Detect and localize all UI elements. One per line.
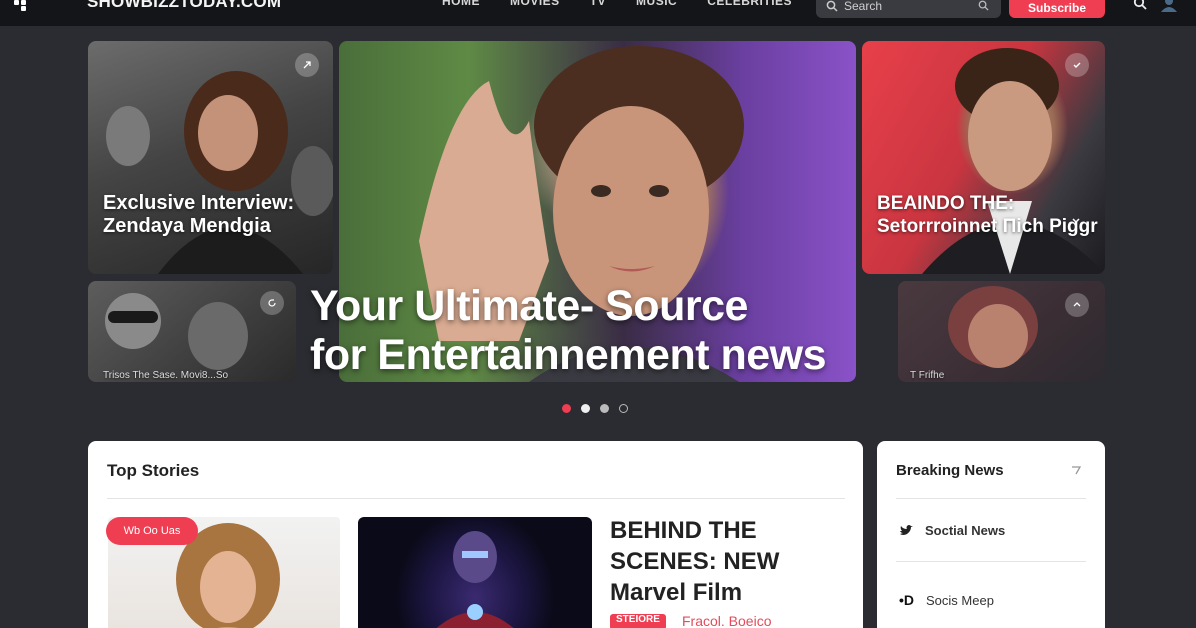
hero-tile-behind-scenes[interactable]: BEAINDO THE: Setorrroinnet Πich Piggr xyxy=(862,41,1105,274)
external-link-icon[interactable] xyxy=(1070,465,1082,475)
breaking-news-panel: Breaking News Soctial News •D Socis Meep xyxy=(877,441,1105,628)
breaking-news-item[interactable]: •D Socis Meep xyxy=(899,592,994,608)
hero-tile-fashion[interactable]: T Frifhe xyxy=(898,281,1105,382)
story-headline[interactable]: BEHIND THE SCENES: NEW Marvel Film xyxy=(610,515,850,608)
user-icon[interactable] xyxy=(1160,0,1178,12)
carousel-indicators xyxy=(562,404,628,413)
share-icon[interactable] xyxy=(295,53,319,77)
breaking-news-item[interactable]: Soctial News xyxy=(899,523,1005,538)
breaking-news-label: Soctial News xyxy=(925,523,1006,538)
divider xyxy=(896,498,1086,499)
expand-icon[interactable] xyxy=(1065,293,1089,317)
carousel-dot[interactable] xyxy=(600,404,609,413)
hero-headline-line: for Entertainnement news xyxy=(310,331,827,379)
check-icon[interactable] xyxy=(1065,53,1089,77)
tile-caption: T Frifhe xyxy=(910,370,945,381)
hero-headline-line: Your Ultimate- Source xyxy=(310,282,748,330)
top-stories-panel: Top Stories Wb Oo Uas BEHIND THE SCENES:… xyxy=(88,441,863,628)
tile-caption: Trisos The Sase. Movi8...So xyxy=(103,370,229,381)
carousel-dot[interactable] xyxy=(581,404,590,413)
story-category-tag[interactable]: STEIORE xyxy=(610,614,666,628)
logo-icon[interactable] xyxy=(14,0,34,12)
nav-music[interactable]: MUSIC xyxy=(636,0,677,8)
section-title: Top Stories xyxy=(107,461,200,480)
refresh-icon[interactable] xyxy=(260,291,284,315)
main-nav: HOME MOVIES TV MUSIC CELEBRITIES xyxy=(442,0,822,8)
tile-title: Exclusive Interview: Zendaya Mendgia xyxy=(103,192,295,237)
subscribe-button[interactable]: Subscribe xyxy=(1009,0,1105,18)
story-tag-pill[interactable]: Wb Oo Uas xyxy=(106,517,198,545)
divider xyxy=(896,561,1086,562)
search-box[interactable] xyxy=(816,0,1001,18)
hero-tile-movie[interactable]: Trisos The Sase. Movi8...So xyxy=(88,281,296,382)
nav-tv[interactable]: TV xyxy=(590,0,606,8)
hero-headline: Your Ultimate- Source for Entertainnemen… xyxy=(310,282,910,380)
superhero-photo xyxy=(436,531,514,628)
divider xyxy=(107,498,845,499)
actor-photo xyxy=(922,48,1105,274)
section-title: Breaking News xyxy=(896,462,1004,479)
celebrity-photo xyxy=(106,71,333,274)
story-author[interactable]: Fracol. Boeico xyxy=(682,613,771,628)
nav-movies[interactable]: MOVIES xyxy=(510,0,560,8)
hero-tile-interview[interactable]: Exclusive Interview: Zendaya Mendgia xyxy=(88,41,333,274)
search-icon[interactable] xyxy=(1133,0,1147,10)
carousel-dot[interactable] xyxy=(562,404,571,413)
story-thumbnail[interactable] xyxy=(358,517,592,628)
top-navigation-bar: SHOWBIZZTODAY.COM HOME MOVIES TV MUSIC C… xyxy=(0,0,1196,26)
chevron-down-icon[interactable] xyxy=(1071,217,1081,225)
search-submit-icon[interactable] xyxy=(978,0,989,11)
search-icon xyxy=(826,0,838,12)
site-brand[interactable]: SHOWBIZZTODAY.COM xyxy=(87,0,281,12)
nav-home[interactable]: HOME xyxy=(442,0,480,8)
breaking-news-label: Socis Meep xyxy=(926,592,994,608)
carousel-dot[interactable] xyxy=(619,404,628,413)
tile-title: BEAINDO THE: Setorrroinnet Πich Piggr xyxy=(877,193,1098,237)
twitter-bird-icon xyxy=(900,524,913,535)
search-input[interactable] xyxy=(844,0,974,14)
d-logo-icon: •D xyxy=(899,592,915,608)
nav-celebrities[interactable]: CELEBRITIES xyxy=(707,0,792,8)
